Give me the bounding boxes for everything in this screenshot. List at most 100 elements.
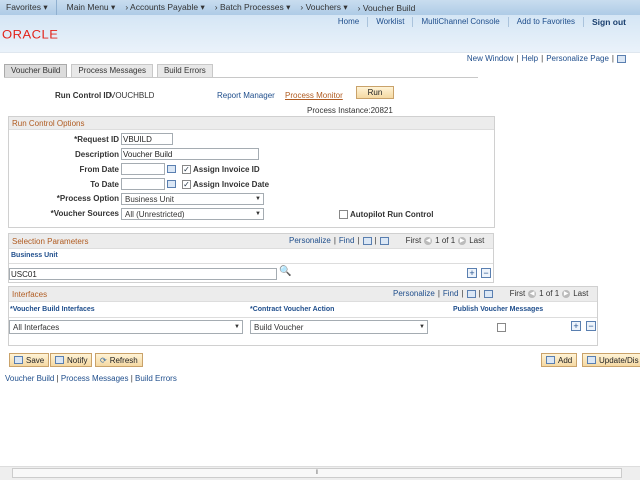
- process-option-label: *Process Option: [56, 194, 119, 203]
- main-menu-label: Main Menu: [66, 2, 109, 12]
- breadcrumb-accounts-payable[interactable]: › Accounts Payable ▾: [125, 2, 204, 13]
- last-label[interactable]: Last: [469, 236, 484, 245]
- home-link[interactable]: Home: [330, 17, 367, 27]
- notify-label: Notify: [67, 355, 88, 365]
- request-id-input[interactable]: VBUILD: [121, 133, 173, 145]
- assign-invoice-date-checkbox[interactable]: ✓: [182, 180, 191, 189]
- footer-link-voucher-build[interactable]: Voucher Build: [5, 374, 54, 383]
- process-option-select[interactable]: Business Unit ▼: [121, 193, 264, 205]
- crumb-label: Voucher Build: [362, 2, 416, 13]
- update-display-button[interactable]: Update/Dis: [582, 353, 640, 367]
- personalize-page-link[interactable]: Personalize Page: [546, 54, 609, 63]
- autopilot-checkbox[interactable]: [339, 210, 348, 219]
- grid-icon[interactable]: [617, 54, 626, 63]
- breadcrumb-voucher-build: › Voucher Build: [357, 2, 416, 13]
- next-icon[interactable]: ▶: [458, 236, 467, 245]
- sign-out-link[interactable]: Sign out: [583, 17, 634, 27]
- first-label[interactable]: First: [510, 289, 526, 298]
- personalize-link[interactable]: Personalize: [393, 289, 435, 298]
- process-instance: Process Instance:20821: [307, 106, 393, 115]
- refresh-button[interactable]: ⟳ Refresh: [95, 353, 143, 367]
- download-icon[interactable]: [483, 289, 493, 298]
- next-icon[interactable]: ▶: [562, 289, 571, 298]
- from-date-label: From Date: [79, 165, 119, 174]
- dropdown-arrow-icon: ▼: [255, 196, 261, 202]
- row-count: 1 of 1: [539, 289, 560, 298]
- calendar-icon[interactable]: [167, 180, 176, 188]
- add-to-favorites-link[interactable]: Add to Favorites: [507, 17, 583, 27]
- calendar-icon[interactable]: [167, 165, 176, 173]
- last-label[interactable]: Last: [573, 289, 588, 298]
- column-header-row: Business Unit: [9, 249, 493, 264]
- crumb-label: Accounts Payable: [130, 2, 199, 12]
- update-label: Update/Dis: [599, 355, 639, 365]
- save-icon: [14, 356, 23, 364]
- previous-icon[interactable]: ◀: [424, 236, 433, 245]
- delete-row-icon[interactable]: −: [586, 321, 596, 331]
- breadcrumb-vouchers[interactable]: › Vouchers ▾: [300, 2, 347, 13]
- grid-navigation: Personalize | Find | | First ◀ 1 of 1 ▶ La…: [289, 236, 485, 245]
- help-link[interactable]: Help: [522, 54, 538, 63]
- dropdown-arrow-icon: ▼: [255, 211, 261, 217]
- report-manager-link[interactable]: Report Manager: [217, 91, 275, 100]
- view-all-icon[interactable]: [362, 236, 372, 245]
- add-button[interactable]: Add: [541, 353, 578, 367]
- download-icon[interactable]: [379, 236, 389, 245]
- publish-voucher-messages-checkbox[interactable]: [497, 323, 506, 332]
- find-link[interactable]: Find: [339, 236, 355, 245]
- scrollbar-thumb[interactable]: ⦀: [12, 468, 622, 478]
- from-date-input[interactable]: [121, 163, 165, 175]
- business-unit-input[interactable]: USC01: [9, 268, 277, 280]
- previous-icon[interactable]: ◀: [528, 289, 537, 298]
- main-menu[interactable]: Main Menu ▾: [67, 2, 116, 13]
- assign-invoice-id-checkbox[interactable]: ✓: [182, 165, 191, 174]
- tab-process-messages[interactable]: Process Messages: [71, 64, 153, 77]
- save-button[interactable]: Save: [9, 353, 50, 367]
- description-input[interactable]: Voucher Build: [121, 148, 259, 160]
- view-all-icon[interactable]: [466, 289, 476, 298]
- lookup-icon[interactable]: 🔍: [279, 266, 291, 277]
- voucher-build-interfaces-select[interactable]: All Interfaces ▼: [9, 320, 243, 334]
- personalize-link[interactable]: Personalize: [289, 236, 331, 245]
- favorites-label: Favorites: [6, 2, 41, 12]
- selected-value: Business Unit: [125, 195, 174, 204]
- refresh-icon: ⟳: [100, 355, 107, 365]
- footer-link-build-errors[interactable]: Build Errors: [135, 374, 177, 383]
- selected-value: Build Voucher: [254, 323, 304, 332]
- first-label[interactable]: First: [406, 236, 422, 245]
- tab-bar: Voucher Build Process Messages Build Err…: [4, 64, 213, 77]
- run-button[interactable]: Run: [356, 86, 394, 99]
- footer-link-process-messages[interactable]: Process Messages: [61, 374, 129, 383]
- process-monitor-link[interactable]: Process Monitor: [285, 91, 343, 100]
- add-row-icon[interactable]: +: [467, 268, 477, 278]
- tab-divider: [4, 77, 478, 78]
- column-header-publish: Publish Voucher Messages: [453, 306, 544, 313]
- column-header-contract-action: *Contract Voucher Action: [250, 306, 335, 313]
- new-window-link[interactable]: New Window: [467, 54, 514, 63]
- notify-button[interactable]: Notify: [50, 353, 93, 367]
- to-date-input[interactable]: [121, 178, 165, 190]
- tab-voucher-build[interactable]: Voucher Build: [4, 64, 68, 77]
- delete-row-icon[interactable]: −: [481, 268, 491, 278]
- selected-value: All Interfaces: [13, 323, 60, 332]
- find-link[interactable]: Find: [443, 289, 459, 298]
- save-label: Save: [26, 355, 45, 365]
- favorites-menu[interactable]: Favorites ▾: [0, 0, 57, 15]
- top-navigation-bar: Favorites ▾ Main Menu ▾ › Accounts Payab…: [0, 0, 640, 15]
- assign-invoice-date-label: Assign Invoice Date: [193, 180, 270, 189]
- description-label: Description: [74, 150, 119, 159]
- worklist-link[interactable]: Worklist: [367, 17, 412, 27]
- crumb-label: Vouchers: [305, 2, 342, 12]
- voucher-sources-select[interactable]: All (Unrestricted) ▼: [121, 208, 264, 220]
- breadcrumb-batch-processes[interactable]: › Batch Processes ▾: [215, 2, 291, 13]
- assign-invoice-id-label: Assign Invoice ID: [193, 165, 260, 174]
- page-links: New Window | Help | Personalize Page |: [467, 54, 626, 63]
- multichannel-console-link[interactable]: MultiChannel Console: [412, 17, 507, 27]
- request-id-label: *Request ID: [74, 135, 119, 144]
- contract-voucher-action-select[interactable]: Build Voucher ▼: [250, 320, 428, 334]
- run-control-id-label: Run Control ID: [55, 91, 112, 100]
- to-date-label: To Date: [90, 180, 119, 189]
- group-title: Run Control Options: [9, 117, 494, 130]
- add-row-icon[interactable]: +: [571, 321, 581, 331]
- tab-build-errors[interactable]: Build Errors: [156, 64, 213, 77]
